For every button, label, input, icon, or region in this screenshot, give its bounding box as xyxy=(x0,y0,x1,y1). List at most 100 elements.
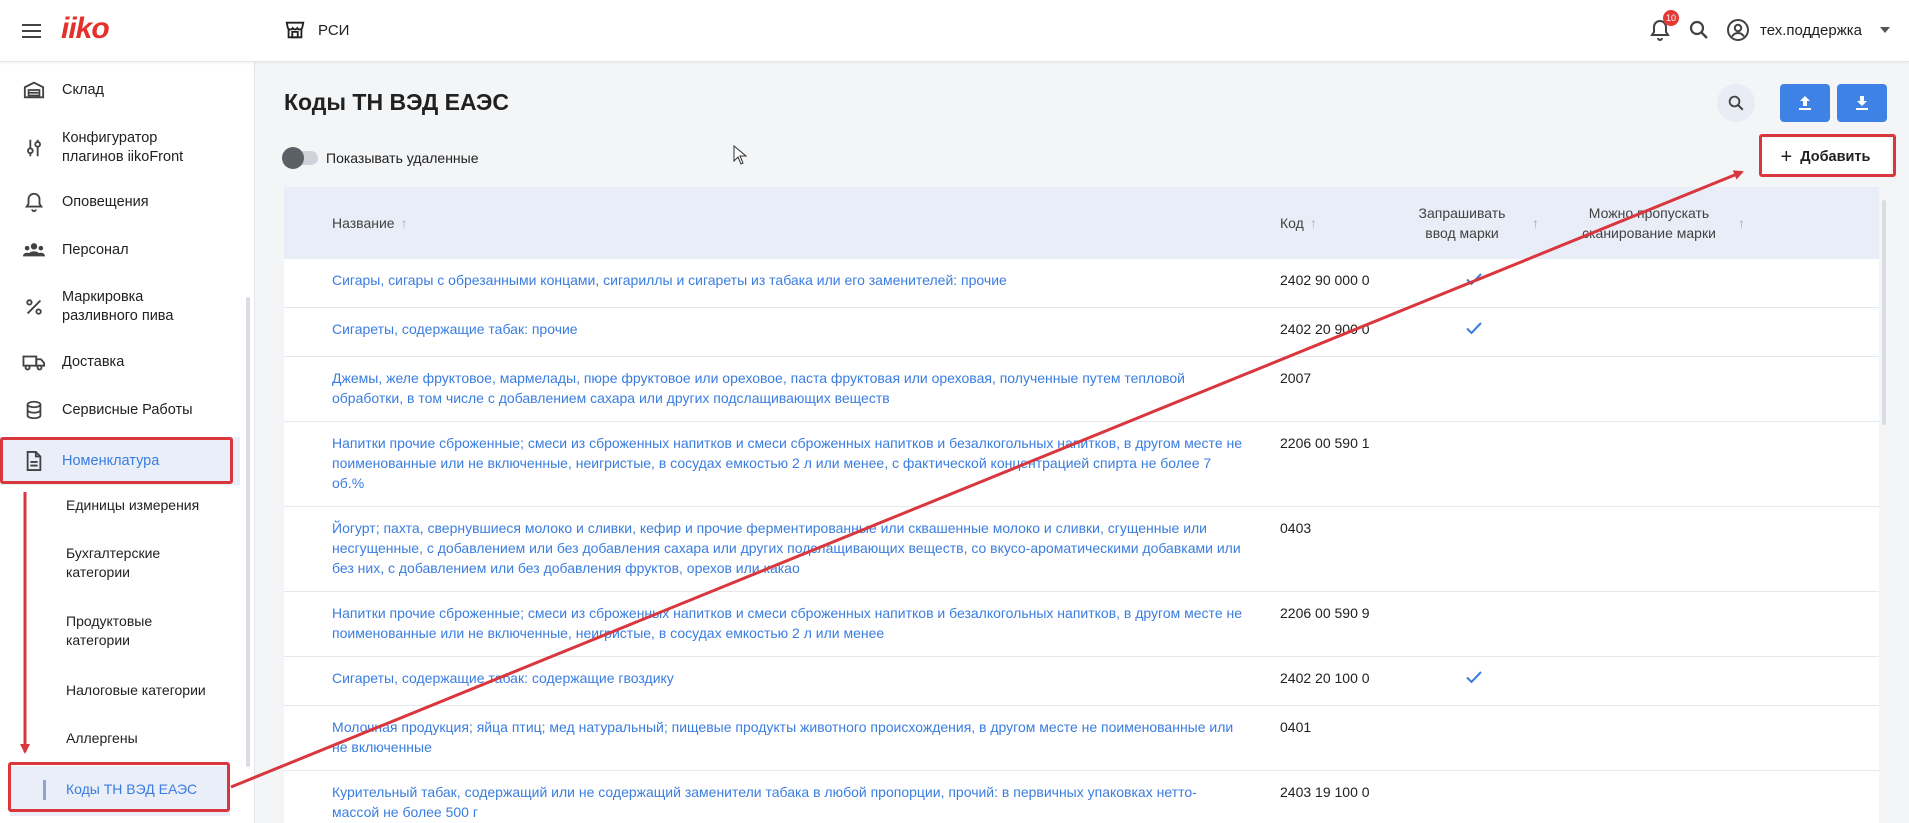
iiko-logo[interactable]: iiko xyxy=(61,12,110,46)
sidebar-item-label: Номенклатура xyxy=(62,452,160,469)
row-name-link[interactable]: Йогурт; пахта, свернувшиеся молоко и сли… xyxy=(332,518,1242,578)
sidebar-subitem-units[interactable]: Единицы измерения xyxy=(66,496,199,515)
row-code: 2206 00 590 1 xyxy=(1280,435,1370,451)
row-name-link[interactable]: Напитки прочие сброженные; смеси из сбро… xyxy=(332,603,1242,643)
people-icon xyxy=(22,238,46,262)
sidebar-item-label: Сервисные Работы xyxy=(62,401,193,418)
row-name-link[interactable]: Курительный табак, содержащий или не сод… xyxy=(332,782,1242,822)
row-name-link[interactable]: Напитки прочие сброженные; смеси из сбро… xyxy=(332,433,1242,493)
table-row[interactable]: Сигары, сигары с обрезанными концами, си… xyxy=(284,259,1879,308)
row-code: 2402 90 000 0 xyxy=(1280,272,1370,288)
bell-icon xyxy=(22,190,46,214)
page-title: Коды ТН ВЭД ЕАЭС xyxy=(284,89,509,115)
sidebar-item-label: Персонал xyxy=(62,241,129,258)
table-row[interactable]: Сигареты, содержащие табак: прочие 2402 … xyxy=(284,308,1879,357)
search-icon[interactable] xyxy=(1687,18,1711,42)
sidebar-subitem-tnved[interactable]: Коды ТН ВЭД ЕАЭС xyxy=(10,766,230,816)
table-row[interactable]: Напитки прочие сброженные; смеси из сбро… xyxy=(284,422,1879,507)
row-code: 0403 xyxy=(1280,520,1312,536)
user-menu[interactable]: тех.поддержка xyxy=(1726,18,1890,42)
sidebar-item-service-works[interactable]: Сервисные Работы xyxy=(0,398,240,422)
search-icon xyxy=(1728,95,1744,111)
column-header-skip-scan[interactable]: Можно пропускать сканирование марки ↑ xyxy=(1574,203,1745,243)
sidebar-item-delivery[interactable]: Доставка xyxy=(0,350,240,374)
column-header-label: Код xyxy=(1280,215,1304,231)
sidebar-item-nomenclature[interactable]: Номенклатура xyxy=(0,437,240,485)
sidebar-item-label: Конфигуратор плагинов iikoFront xyxy=(62,130,184,165)
sort-arrow-icon: ↑ xyxy=(1738,215,1745,231)
sidebar-item-label: Доставка xyxy=(62,353,125,370)
truck-icon xyxy=(22,350,46,374)
row-code: 2403 19 100 0 xyxy=(1280,784,1370,800)
store-name: РСИ xyxy=(318,21,350,39)
column-header-ask-mark[interactable]: Запрашивать ввод марки ↑ xyxy=(1412,203,1539,243)
column-header-label: Можно пропускать сканирование марки xyxy=(1582,205,1716,241)
column-header-name[interactable]: Название ↑ xyxy=(332,213,408,233)
row-name-link[interactable]: Сигареты, содержащие табак: содержащие г… xyxy=(332,668,1242,688)
sidebar-item-label: Оповещения xyxy=(62,193,149,210)
table-row[interactable]: Молочная продукция; яйца птиц; мед натур… xyxy=(284,706,1879,771)
notifications-badge: 10 xyxy=(1663,10,1680,26)
table-header: Название ↑ Код ↑ Запрашивать ввод марки ↑ М… xyxy=(284,187,1879,259)
sidebar-item-plugins[interactable]: Конфигуратор плагинов iikoFront xyxy=(0,128,240,168)
database-icon xyxy=(22,398,46,422)
chevron-down-icon xyxy=(1879,27,1890,33)
download-icon xyxy=(1856,96,1868,110)
sidebar-item-beer-marking[interactable]: Маркировка разливного пива xyxy=(0,287,240,327)
active-indicator xyxy=(43,780,46,800)
show-deleted-toggle[interactable]: Показывать удаленные xyxy=(282,147,479,169)
row-code: 2007 xyxy=(1280,370,1312,386)
sidebar-subitem-product-categories[interactable]: Продуктовые категории xyxy=(66,612,206,650)
sort-arrow-icon: ↑ xyxy=(1532,215,1539,231)
main-content: Коды ТН ВЭД ЕАЭС Показывать удаленные + … xyxy=(255,62,1909,823)
table-row[interactable]: Напитки прочие сброженные; смеси из сбро… xyxy=(284,592,1879,657)
sidebar-item-label: Склад xyxy=(62,81,104,98)
sidebar-item-label: Маркировка разливного пива xyxy=(62,289,174,324)
table-row[interactable]: Йогурт; пахта, свернувшиеся молоко и сли… xyxy=(284,507,1879,592)
sidebar: Склад Конфигуратор плагинов iikoFront Оп… xyxy=(0,62,255,823)
column-header-label: Название xyxy=(332,215,395,231)
row-code: 2206 00 590 9 xyxy=(1280,605,1370,621)
table-scrollbar[interactable] xyxy=(1882,200,1886,425)
row-code: 2402 20 100 0 xyxy=(1280,670,1370,686)
download-button[interactable] xyxy=(1837,84,1887,122)
table-row[interactable]: Курительный табак, содержащий или не сод… xyxy=(284,771,1879,823)
toggle-switch[interactable] xyxy=(282,147,318,169)
sidebar-item-staff[interactable]: Персонал xyxy=(0,238,240,262)
row-name-link[interactable]: Джемы, желе фруктовое, мармелады, пюре ф… xyxy=(332,368,1242,408)
mouse-cursor-icon xyxy=(733,145,747,165)
sidebar-subitem-allergens[interactable]: Аллергены xyxy=(66,729,138,748)
check-icon xyxy=(1466,273,1482,286)
sidebar-scrollbar[interactable] xyxy=(246,297,250,767)
upload-icon xyxy=(1799,96,1811,110)
sidebar-subitem-accounting-categories[interactable]: Бухгалтерские категории xyxy=(66,544,206,582)
sidebar-item-warehouse[interactable]: Склад xyxy=(0,78,240,102)
add-button-label: Добавить xyxy=(1800,149,1871,165)
warehouse-icon xyxy=(22,78,46,102)
row-code: 2402 20 900 0 xyxy=(1280,321,1370,337)
column-header-label: Запрашивать ввод марки xyxy=(1418,205,1506,241)
upload-button[interactable] xyxy=(1780,84,1830,122)
show-deleted-label: Показывать удаленные xyxy=(326,150,479,166)
store-selector[interactable]: РСИ xyxy=(284,19,349,41)
column-header-code[interactable]: Код ↑ xyxy=(1280,213,1317,233)
top-bar: iiko РСИ 10 тех.поддержка xyxy=(0,0,1909,62)
sliders-icon xyxy=(22,136,46,160)
toggle-knob xyxy=(282,147,304,169)
plus-icon: + xyxy=(1780,146,1793,168)
row-name-link[interactable]: Молочная продукция; яйца птиц; мед натур… xyxy=(332,717,1242,757)
row-name-link[interactable]: Сигареты, содержащие табак: прочие xyxy=(332,319,1242,339)
sidebar-subitem-tax-categories[interactable]: Налоговые категории xyxy=(66,681,206,700)
search-button[interactable] xyxy=(1717,84,1755,122)
sidebar-item-notifications[interactable]: Оповещения xyxy=(0,190,240,214)
sort-arrow-icon: ↑ xyxy=(1309,215,1317,231)
add-button[interactable]: + Добавить xyxy=(1760,138,1891,176)
codes-table: Название ↑ Код ↑ Запрашивать ввод марки ↑ М… xyxy=(284,187,1879,823)
menu-icon[interactable] xyxy=(22,18,48,44)
check-icon xyxy=(1466,322,1482,335)
row-name-link[interactable]: Сигары, сигары с обрезанными концами, си… xyxy=(332,270,1242,290)
user-avatar-icon xyxy=(1727,19,1749,41)
table-row[interactable]: Джемы, желе фруктовое, мармелады, пюре ф… xyxy=(284,357,1879,422)
table-row[interactable]: Сигареты, содержащие табак: содержащие г… xyxy=(284,657,1879,706)
check-icon xyxy=(1466,671,1482,684)
